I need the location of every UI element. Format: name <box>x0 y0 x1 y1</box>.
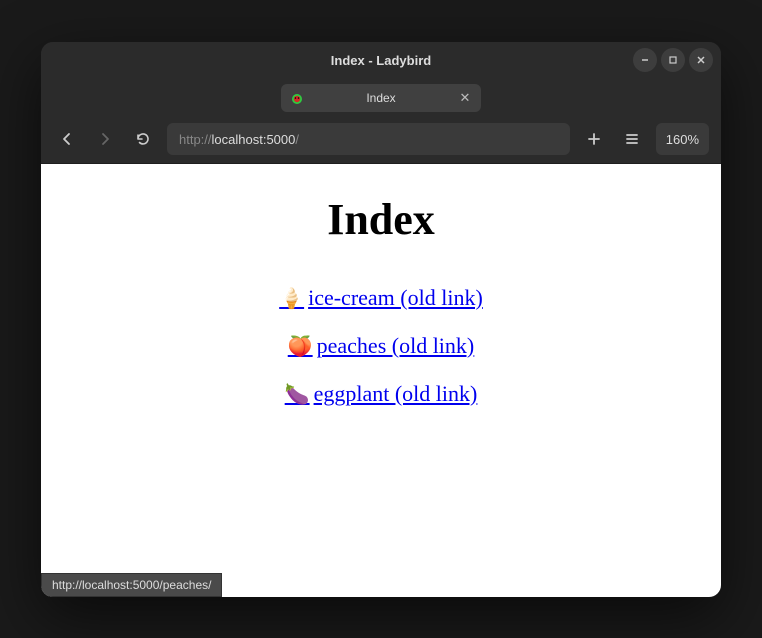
toolbar: http://localhost:5000/ 160% <box>41 116 721 164</box>
reload-button[interactable] <box>129 125 157 153</box>
status-bar: http://localhost:5000/peaches/ <box>41 573 222 597</box>
link-text: peaches (old link) <box>317 333 475 358</box>
zoom-level[interactable]: 160% <box>656 123 709 155</box>
status-url: http://localhost:5000/peaches/ <box>52 578 211 592</box>
tabbar: Index ✕ <box>41 80 721 116</box>
browser-window: Index - Ladybird Index <box>41 42 721 597</box>
url-host: localhost:5000 <box>212 132 296 147</box>
window-title: Index - Ladybird <box>331 53 431 68</box>
menu-button[interactable] <box>618 125 646 153</box>
url-path: / <box>295 132 299 147</box>
window-controls <box>633 48 713 72</box>
ladybird-favicon-icon <box>289 90 305 106</box>
tab-title: Index <box>313 91 449 105</box>
link-row: 🍆eggplant (old link) <box>61 381 701 407</box>
url-input[interactable]: http://localhost:5000/ <box>167 123 570 155</box>
link-eggplant[interactable]: 🍆eggplant (old link) <box>285 381 478 406</box>
new-tab-button[interactable] <box>580 125 608 153</box>
ice-cream-icon: 🍦 <box>279 288 304 310</box>
eggplant-icon: 🍆 <box>285 384 310 406</box>
close-button[interactable] <box>689 48 713 72</box>
page-heading: Index <box>61 194 701 245</box>
maximize-button[interactable] <box>661 48 685 72</box>
url-scheme: http:// <box>179 132 212 147</box>
link-row: 🍦ice-cream (old link) <box>61 285 701 311</box>
link-row: 🍑peaches (old link) <box>61 333 701 359</box>
minimize-button[interactable] <box>633 48 657 72</box>
link-text: ice-cream (old link) <box>308 285 483 310</box>
tab-close-icon[interactable]: ✕ <box>457 90 473 106</box>
peach-icon: 🍑 <box>288 336 313 358</box>
viewport: Index 🍦ice-cream (old link) 🍑peaches (ol… <box>41 164 721 597</box>
titlebar: Index - Ladybird <box>41 42 721 80</box>
link-text: eggplant (old link) <box>314 381 478 406</box>
link-peaches[interactable]: 🍑peaches (old link) <box>288 333 475 358</box>
back-button[interactable] <box>53 125 81 153</box>
link-ice-cream[interactable]: 🍦ice-cream (old link) <box>279 285 483 310</box>
tab[interactable]: Index ✕ <box>281 84 481 112</box>
forward-button[interactable] <box>91 125 119 153</box>
